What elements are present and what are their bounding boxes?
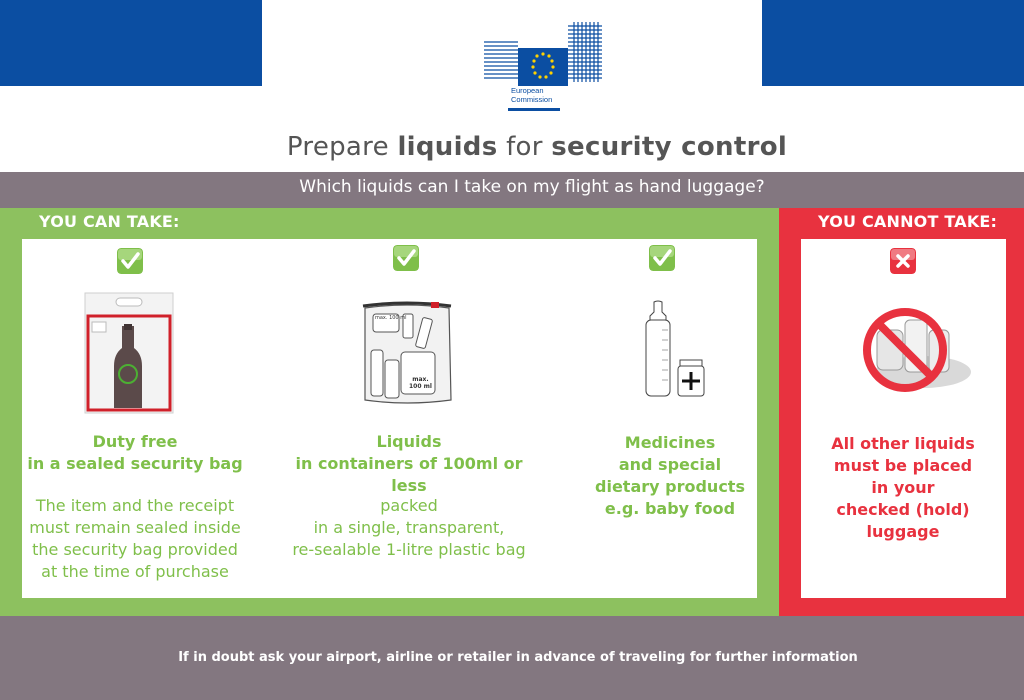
liquids-heading: Liquids in containers of 100ml or less bbox=[295, 432, 523, 495]
title-part-3: for bbox=[497, 132, 552, 162]
container-label-1: max. 100 ml bbox=[375, 315, 407, 321]
can-take-label: YOU CAN TAKE: bbox=[39, 212, 180, 231]
title-part-1: Prepare bbox=[286, 132, 398, 162]
medicines-heading: Medicines and special dietary products e… bbox=[595, 433, 745, 518]
footer-text: If in doubt ask your airport, airline or… bbox=[178, 650, 858, 665]
cross-icon bbox=[890, 248, 916, 274]
duty-free-body: The item and the receipt must remain sea… bbox=[29, 496, 241, 581]
check-icon bbox=[649, 245, 675, 271]
cannot-take-panel bbox=[801, 239, 1006, 598]
container-label-3: max. 100 ml bbox=[409, 376, 432, 390]
prohibited-liquids-icon bbox=[863, 308, 971, 392]
liquids-body: packed in a single, transparent, re-seal… bbox=[292, 496, 526, 559]
baby-bottle-medicine-icon bbox=[645, 300, 705, 397]
subtitle: Which liquids can I take on my flight as… bbox=[299, 177, 765, 197]
check-icon bbox=[117, 248, 143, 274]
title-part-4: security control bbox=[551, 132, 788, 162]
title-part-2: liquids bbox=[397, 132, 498, 162]
duty-free-bag-icon bbox=[84, 292, 174, 414]
page-title: Prepare liquids for security control bbox=[0, 132, 1024, 162]
logo-text: European Commission bbox=[511, 86, 553, 104]
duty-free-heading: Duty free in a sealed security bag bbox=[27, 432, 243, 473]
cannot-take-heading: All other liquids must be placed in your… bbox=[831, 434, 975, 541]
cannot-take-label: YOU CANNOT TAKE: bbox=[818, 212, 998, 231]
check-icon bbox=[393, 245, 419, 271]
